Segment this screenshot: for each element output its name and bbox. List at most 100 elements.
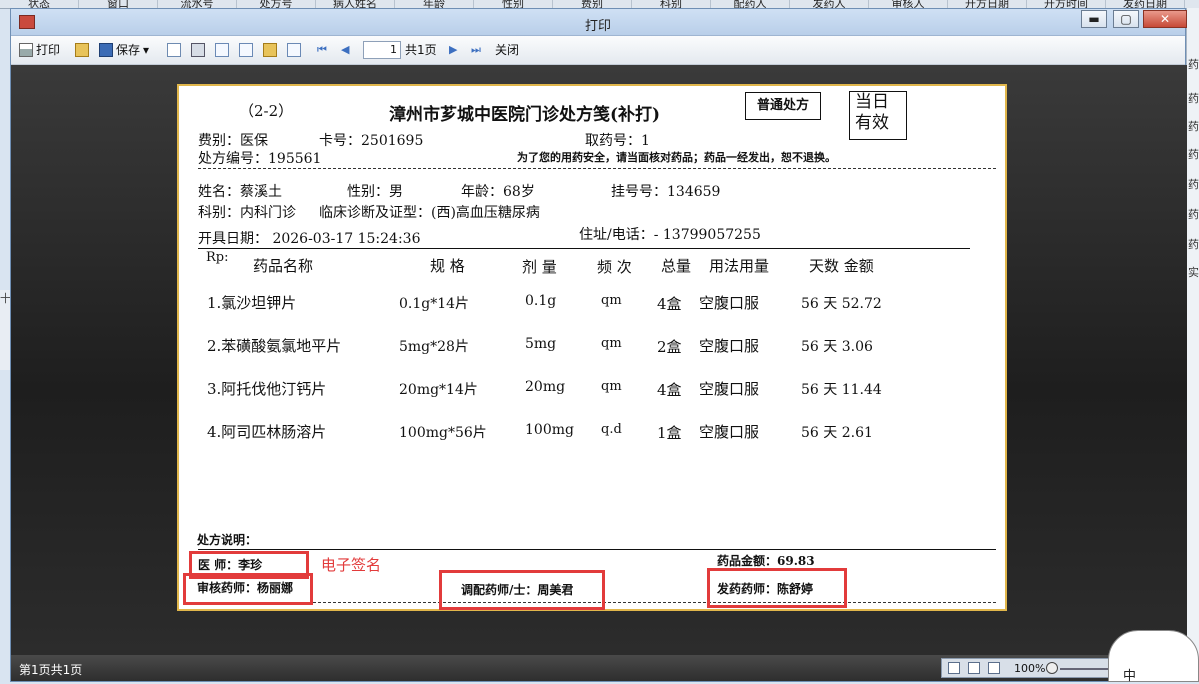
validity-line2: 有效 — [855, 113, 889, 133]
diagnosis: 临床诊断及证型：(西)高血压糖尿病 — [319, 205, 540, 221]
bg-col: 性别 — [474, 0, 553, 8]
column-header-name: 药品名称 — [253, 257, 314, 275]
safety-notice: 为了您的用药安全，请当面核对药品；药品一经发出，恕不退换。 — [517, 151, 836, 164]
column-header-days-amount: 天数 金额 — [809, 257, 874, 275]
open-button[interactable] — [75, 42, 89, 58]
prescription-page: （2-2） 漳州市芗城中医院门诊处方笺(补打) 普通处方 当日 有效 费别：医保… — [177, 84, 1007, 611]
edit-button[interactable] — [263, 42, 277, 58]
department: 科别：内科门诊 — [198, 205, 296, 221]
title-bar: 打印 ▬ ▢ ✕ — [11, 9, 1187, 36]
medicine-total: 4盒 — [657, 295, 682, 313]
two-page-icon[interactable] — [968, 662, 980, 674]
bg-col: 开方日期 — [948, 0, 1027, 8]
bg-col: 窗口 — [79, 0, 158, 8]
remarks-label: 处方说明： — [197, 533, 258, 547]
medicine-spec: 0.1g*14片 — [399, 296, 470, 312]
layout-icon — [215, 43, 229, 57]
medicine-name: 3.阿托伐他汀钙片 — [207, 380, 327, 398]
background-right-column — [1186, 8, 1199, 682]
pickup-number: 取药号：1 — [585, 133, 650, 149]
medicine-days-amount: 56 天 11.44 — [801, 382, 882, 398]
watermark-button[interactable] — [287, 42, 301, 58]
zoom-out-icon[interactable] — [1046, 662, 1058, 674]
multi-page-icon[interactable] — [988, 662, 1000, 674]
save-button[interactable]: 保存 ▾ — [99, 42, 149, 58]
medicine-frequency: qm — [601, 379, 622, 394]
disk-icon — [99, 43, 113, 57]
binoculars-icon — [191, 43, 205, 57]
medicine-dose: 5mg — [525, 336, 557, 352]
minimize-button[interactable]: ▬ — [1081, 10, 1107, 28]
medicine-frequency: qm — [601, 336, 622, 351]
next-page-button[interactable]: ▶ — [449, 42, 457, 58]
page-number-input[interactable]: 1 — [363, 41, 401, 59]
bg-col: 配药人 — [711, 0, 790, 8]
bg-col: 处方号 — [237, 0, 316, 8]
card-number: 卡号：2501695 — [319, 133, 424, 149]
column-header-dose: 剂 量 — [522, 258, 557, 276]
medicine-frequency: qm — [601, 293, 622, 308]
ime-widget[interactable]: 中 — [1108, 630, 1199, 684]
close-window-button[interactable]: ✕ — [1143, 10, 1187, 28]
find-button[interactable] — [191, 42, 205, 58]
layout-button[interactable] — [215, 42, 229, 58]
medicine-total: 4盒 — [657, 381, 682, 399]
medicine-usage: 空腹口服 — [699, 423, 760, 441]
copy-number: （2-2） — [239, 102, 294, 120]
first-page-button[interactable]: ⏮ — [317, 42, 327, 58]
medicine-spec: 20mg*14片 — [399, 382, 478, 398]
toolbar: 打印 保存 ▾ ⏮ ◀ 1 共1页 ▶ ⏭ 关闭 — [11, 36, 1185, 65]
address-phone: 住址/电话：- 13799057255 — [579, 227, 761, 243]
page-setup-icon — [239, 43, 253, 57]
highlight-dispenser-prep — [439, 570, 605, 610]
bg-cell: 药 — [1188, 238, 1199, 251]
medicine-days-amount: 56 天 3.06 — [801, 339, 873, 355]
maximize-button[interactable]: ▢ — [1113, 10, 1139, 28]
medicine-dose: 100mg — [525, 422, 574, 438]
last-page-button[interactable]: ⏭ — [471, 42, 481, 58]
print-label: 打印 — [36, 43, 61, 57]
single-page-icon[interactable] — [948, 662, 960, 674]
bg-col: 状态 — [0, 0, 79, 8]
prescription-title: 漳州市芗城中医院门诊处方笺(补打) — [389, 105, 661, 125]
bg-cell: 药 — [1188, 178, 1199, 191]
bg-cell: 药 — [1188, 208, 1199, 221]
column-header-usage: 用法用量 — [709, 257, 770, 275]
folder-icon — [75, 43, 89, 57]
print-button[interactable]: 打印 — [19, 42, 60, 58]
register-number: 挂号号：134659 — [611, 184, 721, 200]
fee-type: 费别：医保 — [198, 133, 268, 149]
bg-cell: 药 — [1188, 58, 1199, 71]
email-button[interactable] — [167, 42, 181, 58]
medicine-name: 2.苯磺酸氨氯地平片 — [207, 337, 342, 355]
page-setup-button[interactable] — [239, 42, 253, 58]
ime-mode-label: 中 — [1123, 669, 1137, 684]
bg-col: 审核人 — [869, 0, 948, 8]
bg-col: 科别 — [632, 0, 711, 8]
medicine-name: 1.氯沙坦钾片 — [207, 294, 297, 312]
bg-cell: 药 — [1188, 148, 1199, 161]
medicine-spec: 100mg*56片 — [399, 425, 487, 441]
pencil-icon — [263, 43, 277, 57]
highlight-reviewer — [183, 573, 313, 605]
chevron-down-icon[interactable]: ▾ — [143, 42, 149, 58]
medicine-dose: 0.1g — [525, 293, 557, 309]
bg-col: 发药日期 — [1106, 0, 1185, 8]
patient-age: 年龄：68岁 — [461, 184, 535, 200]
window-title: 打印 — [584, 19, 611, 34]
total-pages-label: 共1页 — [405, 43, 437, 57]
column-header-spec: 规 格 — [430, 257, 465, 275]
issue-date: 开具日期： 2026-03-17 15:24:36 — [198, 231, 421, 247]
medicine-total: 2盒 — [657, 338, 682, 356]
medicine-frequency: q.d — [601, 422, 622, 437]
bg-col: 发药人 — [790, 0, 869, 8]
preview-viewport[interactable]: （2-2） 漳州市芗城中医院门诊处方笺(补打) 普通处方 当日 有效 费别：医保… — [11, 65, 1187, 655]
close-preview-button[interactable]: 关闭 — [495, 42, 519, 58]
bg-col: 流水号 — [158, 0, 237, 8]
prev-page-button[interactable]: ◀ — [341, 42, 349, 58]
print-window: 打印 ▬ ▢ ✕ 打印 保存 ▾ ⏮ ◀ 1 共1页 ▶ ⏭ 关闭 （2-2） … — [10, 8, 1187, 682]
validity-box: 当日 有效 — [849, 91, 907, 140]
bg-cell: 药 — [1188, 92, 1199, 105]
divider — [198, 248, 970, 249]
drug-total-amount: 药品金额：69.83 — [717, 554, 815, 568]
